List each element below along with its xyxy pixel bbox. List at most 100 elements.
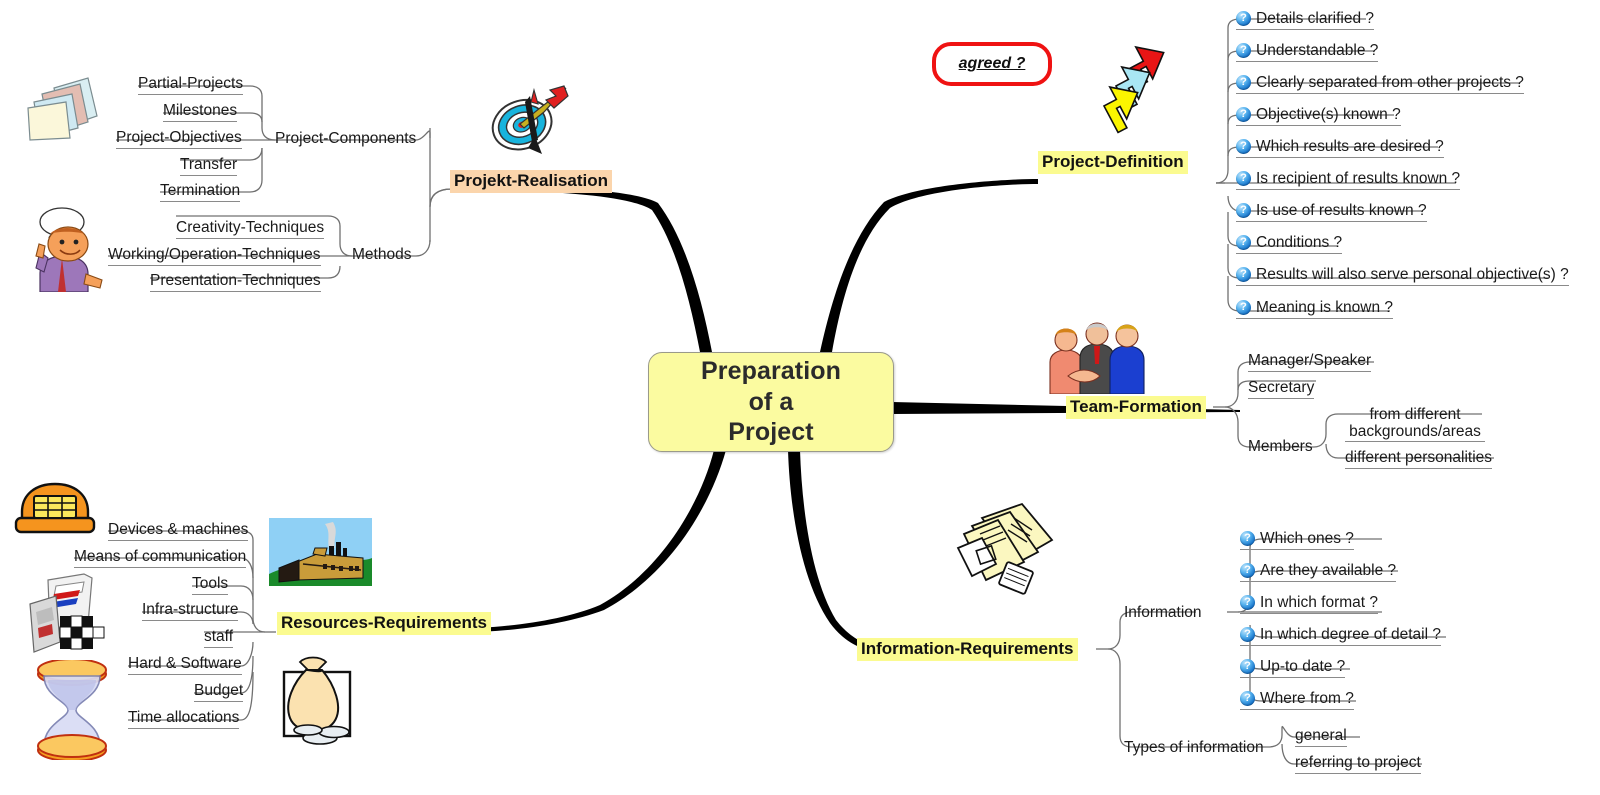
node-label: Where from ? [1260,690,1354,707]
node-information[interactable]: Information [1124,604,1202,622]
question-mark-icon [1236,139,1251,154]
question-mark-icon [1236,11,1251,26]
node-label: Objective(s) known ? [1256,106,1401,123]
node-label: Which ones ? [1260,530,1354,547]
three-people-handshake-icon [1049,322,1145,394]
node-details-clarified[interactable]: Details clarified ? [1236,10,1375,30]
node-devices-machines[interactable]: Devices & machines [108,521,249,541]
node-budget[interactable]: Budget [194,682,244,702]
node-means-of-communication[interactable]: Means of communication [74,548,247,568]
branch-label-information-requirements[interactable]: Information-Requirements [857,638,1078,661]
printer-icon [29,573,105,653]
branch-label-resources-requirements[interactable]: Resources-Requirements [277,612,491,635]
node-label: Clearly separated from other projects ? [1256,74,1524,91]
node-general[interactable]: general [1295,727,1347,747]
node-different-personalities[interactable]: different personalities [1345,449,1493,469]
question-mark-icon [1240,595,1255,610]
question-mark-icon [1240,563,1255,578]
branch-label-project-definition[interactable]: Project-Definition [1038,151,1188,174]
node-methods[interactable]: Methods [352,246,411,264]
node-which-results-desired[interactable]: Which results are desired ? [1236,138,1444,158]
branch-resources-requirements [454,450,726,633]
node-understandable[interactable]: Understandable ? [1236,42,1379,62]
question-mark-icon [1236,107,1251,122]
node-recipient-of-results[interactable]: Is recipient of results known ? [1236,170,1461,190]
branch-projekt-realisation [452,186,712,352]
branch-project-definition [820,179,1038,352]
node-types-of-information[interactable]: Types of information [1124,739,1264,757]
node-label: Understandable ? [1256,42,1379,59]
node-creativity-techniques[interactable]: Creativity-Techniques [176,219,325,239]
money-bag-icon [282,656,352,745]
mindmap-canvas: Preparation of a Project agreed ? Projekt-… [0,0,1600,795]
question-mark-icon [1240,627,1255,642]
node-label: In which format ? [1260,594,1379,611]
node-label: Is recipient of results known ? [1256,170,1461,187]
node-objectives-known[interactable]: Objective(s) known ? [1236,106,1401,126]
node-clearly-separated[interactable]: Clearly separated from other projects ? [1236,74,1524,94]
node-infra-structure[interactable]: Infra-structure [142,601,239,621]
node-termination[interactable]: Termination [160,182,241,202]
question-mark-icon [1240,659,1255,674]
central-node[interactable]: Preparation of a Project [648,352,894,452]
node-referring-to-project[interactable]: referring to project [1295,754,1421,774]
node-working-operation-techniques[interactable]: Working/Operation-Techniques [108,246,321,266]
question-mark-icon [1236,171,1251,186]
node-milestones[interactable]: Milestones [163,102,238,122]
node-use-of-results[interactable]: Is use of results known ? [1236,202,1427,222]
node-label: Conditions ? [1256,234,1343,251]
node-time-allocations[interactable]: Time allocations [128,709,240,729]
thinking-person-icon [35,207,103,292]
node-personal-objectives[interactable]: Results will also serve personal objecti… [1236,266,1569,286]
question-mark-icon [1236,235,1251,250]
node-label: In which degree of detail ? [1260,626,1441,643]
node-label: Is use of results known ? [1256,202,1427,219]
node-label: Details clarified ? [1256,10,1375,27]
node-up-to-date[interactable]: Up-to date ? [1240,658,1346,678]
node-hard-software[interactable]: Hard & Software [128,655,242,675]
node-which-ones[interactable]: Which ones ? [1240,530,1354,550]
node-secretary[interactable]: Secretary [1248,379,1315,399]
agreed-callout[interactable]: agreed ? [932,42,1052,86]
newspapers-icon [956,502,1054,595]
node-in-which-format[interactable]: In which format ? [1240,594,1379,614]
node-conditions[interactable]: Conditions ? [1236,234,1343,254]
node-label: Are they available ? [1260,562,1397,579]
branch-label-team-formation[interactable]: Team-Formation [1066,396,1206,419]
node-label: Which results are desired ? [1256,138,1444,155]
node-tools[interactable]: Tools [192,575,229,595]
node-from-different-backgrounds[interactable]: from different backgrounds/areas [1345,406,1485,442]
node-are-they-available[interactable]: Are they available ? [1240,562,1397,582]
node-members[interactable]: Members [1248,438,1313,456]
question-mark-icon [1236,75,1251,90]
node-project-objectives[interactable]: Project-Objectives [116,129,242,149]
node-in-which-degree-of-detail[interactable]: In which degree of detail ? [1240,626,1441,646]
branch-label-projekt-realisation[interactable]: Projekt-Realisation [450,170,612,193]
question-mark-icon [1236,300,1251,315]
question-mark-icon [1240,691,1255,706]
three-arrows-icon [1102,45,1165,134]
question-mark-icon [1240,531,1255,546]
hourglass-icon [37,660,107,760]
node-presentation-techniques[interactable]: Presentation-Techniques [150,272,321,292]
dartboard-arrow-icon [491,85,569,154]
telephone-icon [14,482,96,534]
node-manager-speaker[interactable]: Manager/Speaker [1248,352,1372,372]
question-mark-icon [1236,203,1251,218]
node-transfer[interactable]: Transfer [180,156,238,176]
node-where-from[interactable]: Where from ? [1240,690,1354,710]
node-partial-projects[interactable]: Partial-Projects [138,75,244,95]
branch-information-requirements [788,450,884,653]
folder-stack-icon [27,77,98,141]
factory-icon [269,518,372,586]
question-mark-icon [1236,43,1251,58]
node-label: Results will also serve personal objecti… [1256,266,1569,283]
node-staff[interactable]: staff [204,628,234,648]
node-label: Meaning is known ? [1256,299,1393,316]
node-meaning-is-known[interactable]: Meaning is known ? [1236,299,1393,319]
central-node-title: Preparation of a Project [700,357,842,447]
node-label: Up-to date ? [1260,658,1346,675]
node-project-components[interactable]: Project-Components [275,130,416,148]
agreed-callout-label: agreed ? [958,55,1026,72]
question-mark-icon [1236,267,1251,282]
